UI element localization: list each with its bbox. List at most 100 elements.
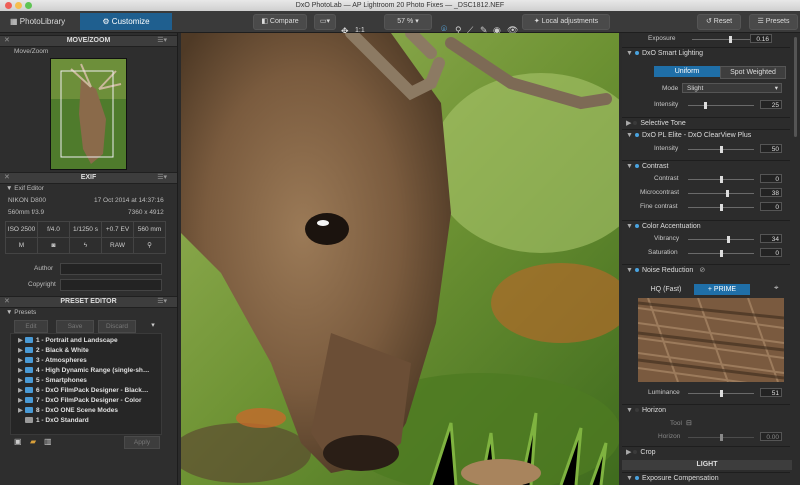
photo-viewer[interactable] [181, 33, 619, 485]
close-icon[interactable]: ✕ [4, 173, 10, 183]
discard-button[interactable]: Discard [98, 320, 136, 333]
view-mode-button[interactable]: ▭▾ [314, 14, 336, 30]
crop-header[interactable]: ▶ Crop [622, 446, 790, 458]
slider-knob[interactable] [720, 176, 723, 183]
vibrancy-slider[interactable] [688, 236, 754, 243]
new-folder-icon[interactable]: ▰ [30, 437, 36, 446]
preset-item[interactable]: ▶ 6 - DxO FilmPack Designer - Black… [18, 386, 158, 396]
compare-button[interactable]: ◧ Compare [253, 14, 307, 30]
contrast-slider[interactable] [688, 176, 754, 183]
clearview-intensity-value[interactable]: 50 [760, 144, 782, 153]
mode-select[interactable]: Slight ▾ [682, 83, 782, 93]
folder-icon [25, 347, 33, 354]
preset-item[interactable]: ▶ 4 - High Dynamic Range (single-sh… [18, 366, 158, 376]
right-panel-scrollbar[interactable] [794, 37, 797, 137]
spot-weighted-button[interactable]: Spot Weighted [720, 66, 786, 79]
menu-icon[interactable]: ☰▾ [157, 36, 167, 46]
exif-header[interactable]: ✕ EXIF ☰▾ [0, 172, 177, 184]
presets-toggle[interactable]: ▼ Presets [6, 309, 36, 316]
zoom-select[interactable]: 57 % ▾ [384, 14, 432, 30]
saturation-slider[interactable] [688, 250, 754, 257]
slider-knob[interactable] [720, 434, 723, 441]
apply-button[interactable]: Apply [124, 436, 160, 449]
fine-contrast-slider[interactable] [688, 204, 754, 211]
exif-focal: 560 mm [134, 222, 166, 238]
menu-icon[interactable]: ☰▾ [157, 297, 167, 307]
contrast-header[interactable]: ▼ Contrast [622, 160, 790, 172]
preset-item[interactable]: ▶ 7 - DxO FilmPack Designer - Color [18, 396, 158, 406]
preset-editor-header[interactable]: ✕ PRESET EDITOR ☰▾ [0, 296, 177, 308]
prime-button[interactable]: + PRIME [694, 284, 750, 295]
tab-photolibrary[interactable]: ▦ PhotoLibrary [4, 13, 71, 30]
delete-preset-icon[interactable]: ▥ [44, 437, 52, 446]
compare-icon: ◧ [261, 18, 268, 25]
contrast-value[interactable]: 0 [760, 174, 782, 183]
color-accentuation-header[interactable]: ▼ Color Accentuation [622, 220, 790, 232]
local-adjustments-button[interactable]: ✦ Local adjustments [522, 14, 610, 30]
reset-button[interactable]: ↺ Reset [697, 14, 741, 30]
preset-item[interactable]: ▶ 2 - Black & White [18, 346, 158, 356]
luminance-slider[interactable] [688, 390, 754, 397]
zoom-window-button[interactable] [25, 2, 32, 9]
horizon-tool-icon[interactable]: ⊟ [686, 419, 692, 427]
hide-preview-icon[interactable]: ⊘ [699, 267, 705, 274]
close-window-button[interactable] [5, 2, 12, 9]
zoom-value: 57 % [397, 18, 414, 25]
microcontrast-label: Microcontrast [640, 189, 680, 196]
navigator-thumbnail[interactable] [50, 58, 127, 170]
edit-button[interactable]: Edit [14, 320, 48, 333]
microcontrast-value[interactable]: 38 [760, 188, 782, 197]
clearview-header[interactable]: ▼ DxO PL Elite - DxO ClearView Plus [622, 129, 790, 141]
horizon-slider[interactable] [688, 434, 754, 441]
tab-customize[interactable]: ⚙ Customize [80, 13, 172, 30]
noise-preview-image [638, 298, 784, 382]
author-field[interactable] [60, 263, 162, 275]
saturation-value[interactable]: 0 [760, 248, 782, 257]
slider-knob[interactable] [720, 204, 723, 211]
smart-lighting-intensity-slider[interactable] [688, 102, 754, 109]
close-icon[interactable]: ✕ [4, 297, 10, 307]
horizon-header[interactable]: ▼ Horizon [622, 404, 790, 416]
new-preset-icon[interactable]: ▣ [14, 437, 22, 446]
noise-preview[interactable] [638, 298, 784, 382]
exif-editor-toggle[interactable]: ▼ Exif Editor [6, 185, 44, 192]
target-icon[interactable]: ⌖ [774, 283, 779, 293]
save-button[interactable]: Save [56, 320, 94, 333]
preset-menu-icon[interactable]: ▾ [146, 320, 160, 331]
uniform-button[interactable]: Uniform [654, 66, 720, 77]
presets-button[interactable]: ☰ Presets [749, 14, 798, 30]
close-icon[interactable]: ✕ [4, 36, 10, 46]
preset-item[interactable]: ▶ 3 - Atmospheres [18, 356, 158, 366]
luminance-value[interactable]: 51 [760, 388, 782, 397]
selective-tone-header[interactable]: ▶ Selective Tone [622, 117, 790, 129]
preset-item[interactable]: ▶1 - DxO Standard [18, 416, 158, 426]
preset-item[interactable]: ▶ 5 - Smartphones [18, 376, 158, 386]
slider-knob[interactable] [704, 102, 707, 109]
local-adjustments-label: Local adjustments [541, 18, 599, 25]
preset-item[interactable]: ▶ 8 - DxO ONE Scene Modes [18, 406, 158, 416]
fine-contrast-value[interactable]: 0 [760, 202, 782, 211]
hq-fast-button[interactable]: HQ (Fast) [638, 284, 694, 295]
preset-item[interactable]: ▶ 1 - Portrait and Landscape [18, 336, 158, 346]
folder-icon [25, 407, 33, 414]
menu-icon[interactable]: ☰▾ [157, 173, 167, 183]
slider-knob[interactable] [720, 250, 723, 257]
exposure-value[interactable]: 0.16 [750, 34, 772, 43]
slider-knob[interactable] [729, 36, 732, 43]
copyright-field[interactable] [60, 279, 162, 291]
light-header[interactable]: LIGHT [622, 460, 792, 470]
smart-lighting-intensity-value[interactable]: 25 [760, 100, 782, 109]
slider-knob[interactable] [720, 146, 723, 153]
vibrancy-value[interactable]: 34 [760, 234, 782, 243]
slider-knob[interactable] [720, 390, 723, 397]
horizon-value[interactable]: 0.00 [760, 432, 782, 441]
slider-knob[interactable] [726, 190, 729, 197]
exposure-compensation-header[interactable]: ▼ Exposure Compensation [622, 472, 790, 484]
smart-lighting-header[interactable]: ▼ DxO Smart Lighting [622, 47, 790, 59]
clearview-intensity-slider[interactable] [688, 146, 754, 153]
noise-reduction-header[interactable]: ▼ Noise Reduction ⊘ [622, 264, 790, 276]
movezoom-header[interactable]: ✕ MOVE/ZOOM ☰▾ [0, 35, 177, 47]
minimize-window-button[interactable] [15, 2, 22, 9]
microcontrast-slider[interactable] [688, 190, 754, 197]
slider-knob[interactable] [727, 236, 730, 243]
